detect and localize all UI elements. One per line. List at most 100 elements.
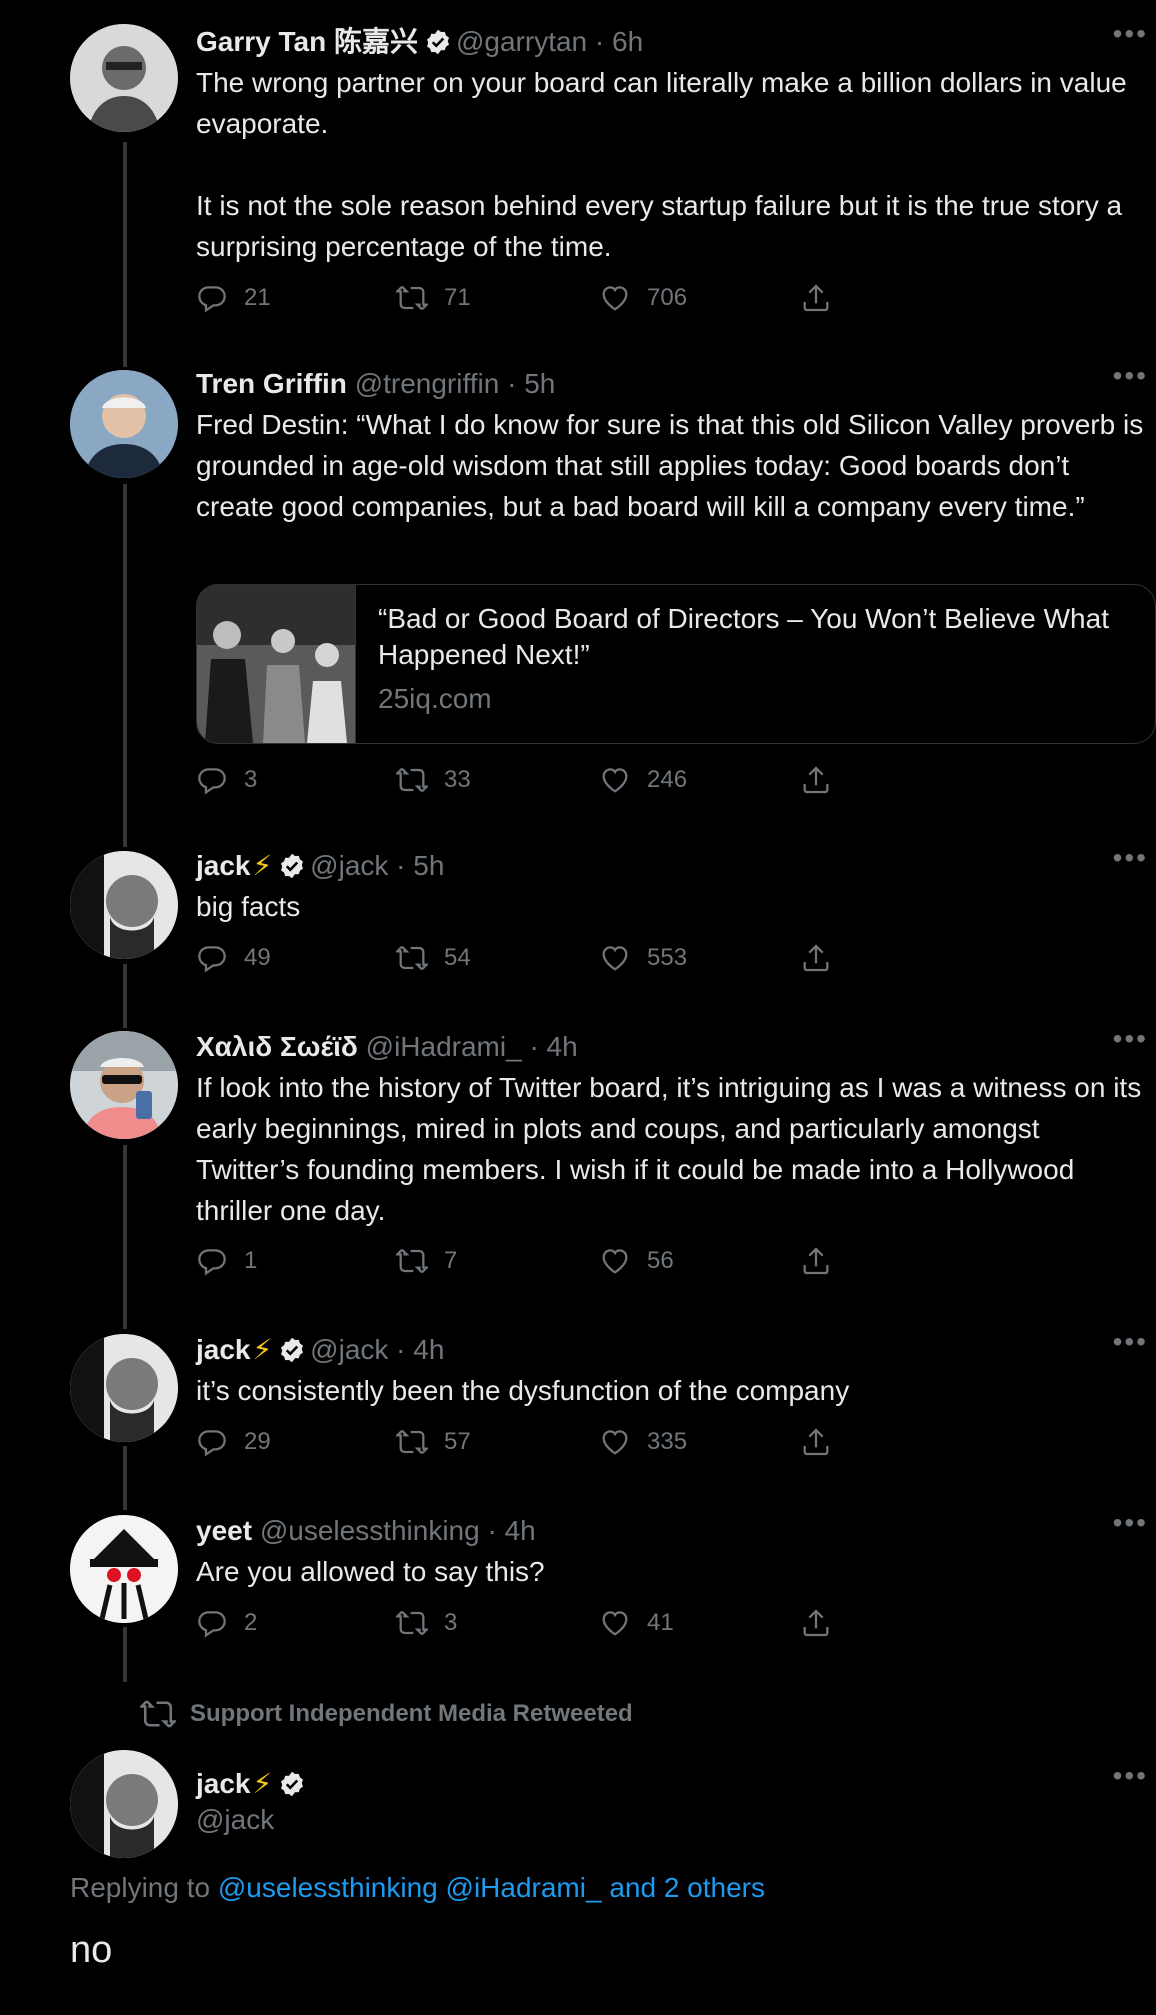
share-button[interactable] — [800, 1607, 848, 1639]
display-name[interactable]: yeet — [196, 1515, 252, 1546]
more-icon[interactable]: ••• — [1113, 1328, 1148, 1356]
like-icon — [599, 764, 631, 796]
retweet-button[interactable]: 57 — [396, 1426, 471, 1458]
reply-button[interactable]: 1 — [196, 1245, 257, 1277]
like-count: 706 — [647, 284, 688, 311]
avatar[interactable] — [70, 370, 178, 478]
retweet-button[interactable]: 3 — [396, 1607, 457, 1639]
like-icon — [599, 1426, 631, 1458]
display-name[interactable]: Χαλιδ Σωέϊδ — [196, 1031, 358, 1062]
like-button[interactable]: 41 — [599, 1607, 674, 1639]
handle-time[interactable]: @iHadrami_ · 4h — [366, 1031, 578, 1062]
more-icon[interactable]: ••• — [1113, 362, 1148, 390]
display-name[interactable]: jack⚡ — [196, 1768, 272, 1799]
handle[interactable]: @jack — [196, 1802, 1148, 1838]
share-button[interactable] — [800, 282, 848, 314]
display-name[interactable]: Tren Griffin — [196, 368, 347, 399]
share-icon — [800, 1607, 832, 1639]
share-button[interactable] — [800, 942, 848, 974]
tweet-actions: 29 57 335 — [196, 1426, 896, 1466]
retweet-count: 71 — [444, 284, 471, 311]
replying-to-links[interactable]: @uselessthinking @iHadrami_ and 2 others — [218, 1872, 765, 1903]
like-icon — [599, 942, 631, 974]
reply-button[interactable]: 29 — [196, 1426, 271, 1458]
tweet-text: The wrong partner on your board can lite… — [196, 62, 1148, 267]
more-icon[interactable]: ••• — [1113, 1025, 1148, 1053]
display-name[interactable]: Garry Tan 陈嘉兴 — [196, 26, 418, 57]
link-card[interactable]: “Bad or Good Board of Directors – You Wo… — [196, 584, 1156, 744]
more-icon[interactable]: ••• — [1113, 1509, 1148, 1537]
retweet-button[interactable]: 7 — [396, 1245, 457, 1277]
like-button[interactable]: 335 — [599, 1426, 687, 1458]
tweet-actions: 2 3 41 — [196, 1607, 896, 1647]
like-button[interactable]: 553 — [599, 942, 687, 974]
verified-icon — [278, 1770, 306, 1798]
retweet-count: 3 — [444, 1609, 458, 1636]
tweet-actions: 1 7 56 — [196, 1245, 896, 1285]
share-button[interactable] — [800, 1426, 848, 1458]
share-icon — [800, 942, 832, 974]
like-count: 246 — [647, 766, 688, 793]
handle-time[interactable]: @trengriffin · 5h — [355, 368, 556, 399]
reply-button[interactable]: 2 — [196, 1607, 257, 1639]
share-button[interactable] — [800, 1245, 848, 1277]
retweet-button[interactable]: 33 — [396, 764, 471, 796]
display-name[interactable]: jack⚡ — [196, 850, 272, 881]
display-name-text: jack — [196, 1768, 251, 1799]
tweet-paragraph: Are you allowed to say this? — [196, 1556, 545, 1587]
main-tweet-text: no — [70, 1929, 113, 1971]
replying-to: Replying to @uselessthinking @iHadrami_ … — [70, 1868, 765, 1908]
reply-count: 49 — [244, 944, 271, 971]
display-name-text: jack — [196, 1334, 251, 1365]
display-name[interactable]: jack⚡ — [196, 1334, 272, 1365]
tweet-actions: 21 71 706 — [196, 282, 896, 322]
retweeted-banner[interactable]: Support Independent Media Retweeted — [140, 1696, 633, 1732]
reply-button[interactable]: 3 — [196, 764, 257, 796]
avatar[interactable] — [70, 1515, 178, 1623]
like-button[interactable]: 706 — [599, 282, 687, 314]
handle-time[interactable]: @uselessthinking · 4h — [260, 1515, 536, 1546]
bolt-emoji: ⚡ — [252, 850, 273, 881]
retweet-icon — [396, 282, 428, 314]
more-icon[interactable]: ••• — [1113, 1762, 1148, 1790]
reply-icon — [196, 1245, 228, 1277]
reply-button[interactable]: 21 — [196, 282, 271, 314]
avatar[interactable] — [70, 1750, 178, 1858]
share-button[interactable] — [800, 764, 848, 796]
reply-count: 1 — [244, 1247, 258, 1274]
reply-button[interactable]: 49 — [196, 942, 271, 974]
share-icon — [800, 1245, 832, 1277]
retweet-icon — [396, 1607, 428, 1639]
avatar[interactable] — [70, 1334, 178, 1442]
avatar[interactable] — [70, 24, 178, 132]
handle-time[interactable]: @jack · 5h — [310, 850, 444, 881]
thread-line — [123, 142, 127, 367]
share-icon — [800, 764, 832, 796]
tweet-actions: 49 54 553 — [196, 942, 896, 982]
bolt-emoji: ⚡ — [252, 1768, 273, 1799]
bolt-emoji: ⚡ — [252, 1334, 273, 1365]
reply-count: 29 — [244, 1428, 271, 1455]
thread-line — [123, 964, 127, 1028]
more-icon[interactable]: ••• — [1113, 20, 1148, 48]
like-button[interactable]: 56 — [599, 1245, 674, 1277]
like-button[interactable]: 246 — [599, 764, 687, 796]
tweet-paragraph: Fred Destin: “What I do know for sure is… — [196, 409, 1144, 522]
handle-time[interactable]: @garrytan · 6h — [456, 26, 643, 57]
tweet-text: big facts — [196, 886, 1148, 927]
more-icon[interactable]: ••• — [1113, 844, 1148, 872]
tweet-header: Χαλιδ Σωέϊδ @iHadrami_ · 4h ••• — [196, 1025, 1148, 1065]
tweet-text: Fred Destin: “What I do know for sure is… — [196, 404, 1148, 527]
avatar[interactable] — [70, 1031, 178, 1139]
retweet-icon — [396, 1245, 428, 1277]
like-count: 56 — [647, 1247, 674, 1274]
tweet-paragraph: The wrong partner on your board can lite… — [196, 67, 1127, 139]
avatar[interactable] — [70, 851, 178, 959]
display-name-text: jack — [196, 850, 251, 881]
tweet-paragraph: If look into the history of Twitter boar… — [196, 1072, 1142, 1226]
handle-time[interactable]: @jack · 4h — [310, 1334, 444, 1365]
tweet-header: jack⚡ @jack · 4h ••• — [196, 1328, 1148, 1368]
tweet-text: Are you allowed to say this? — [196, 1551, 1148, 1592]
retweet-button[interactable]: 71 — [396, 282, 471, 314]
retweet-button[interactable]: 54 — [396, 942, 471, 974]
